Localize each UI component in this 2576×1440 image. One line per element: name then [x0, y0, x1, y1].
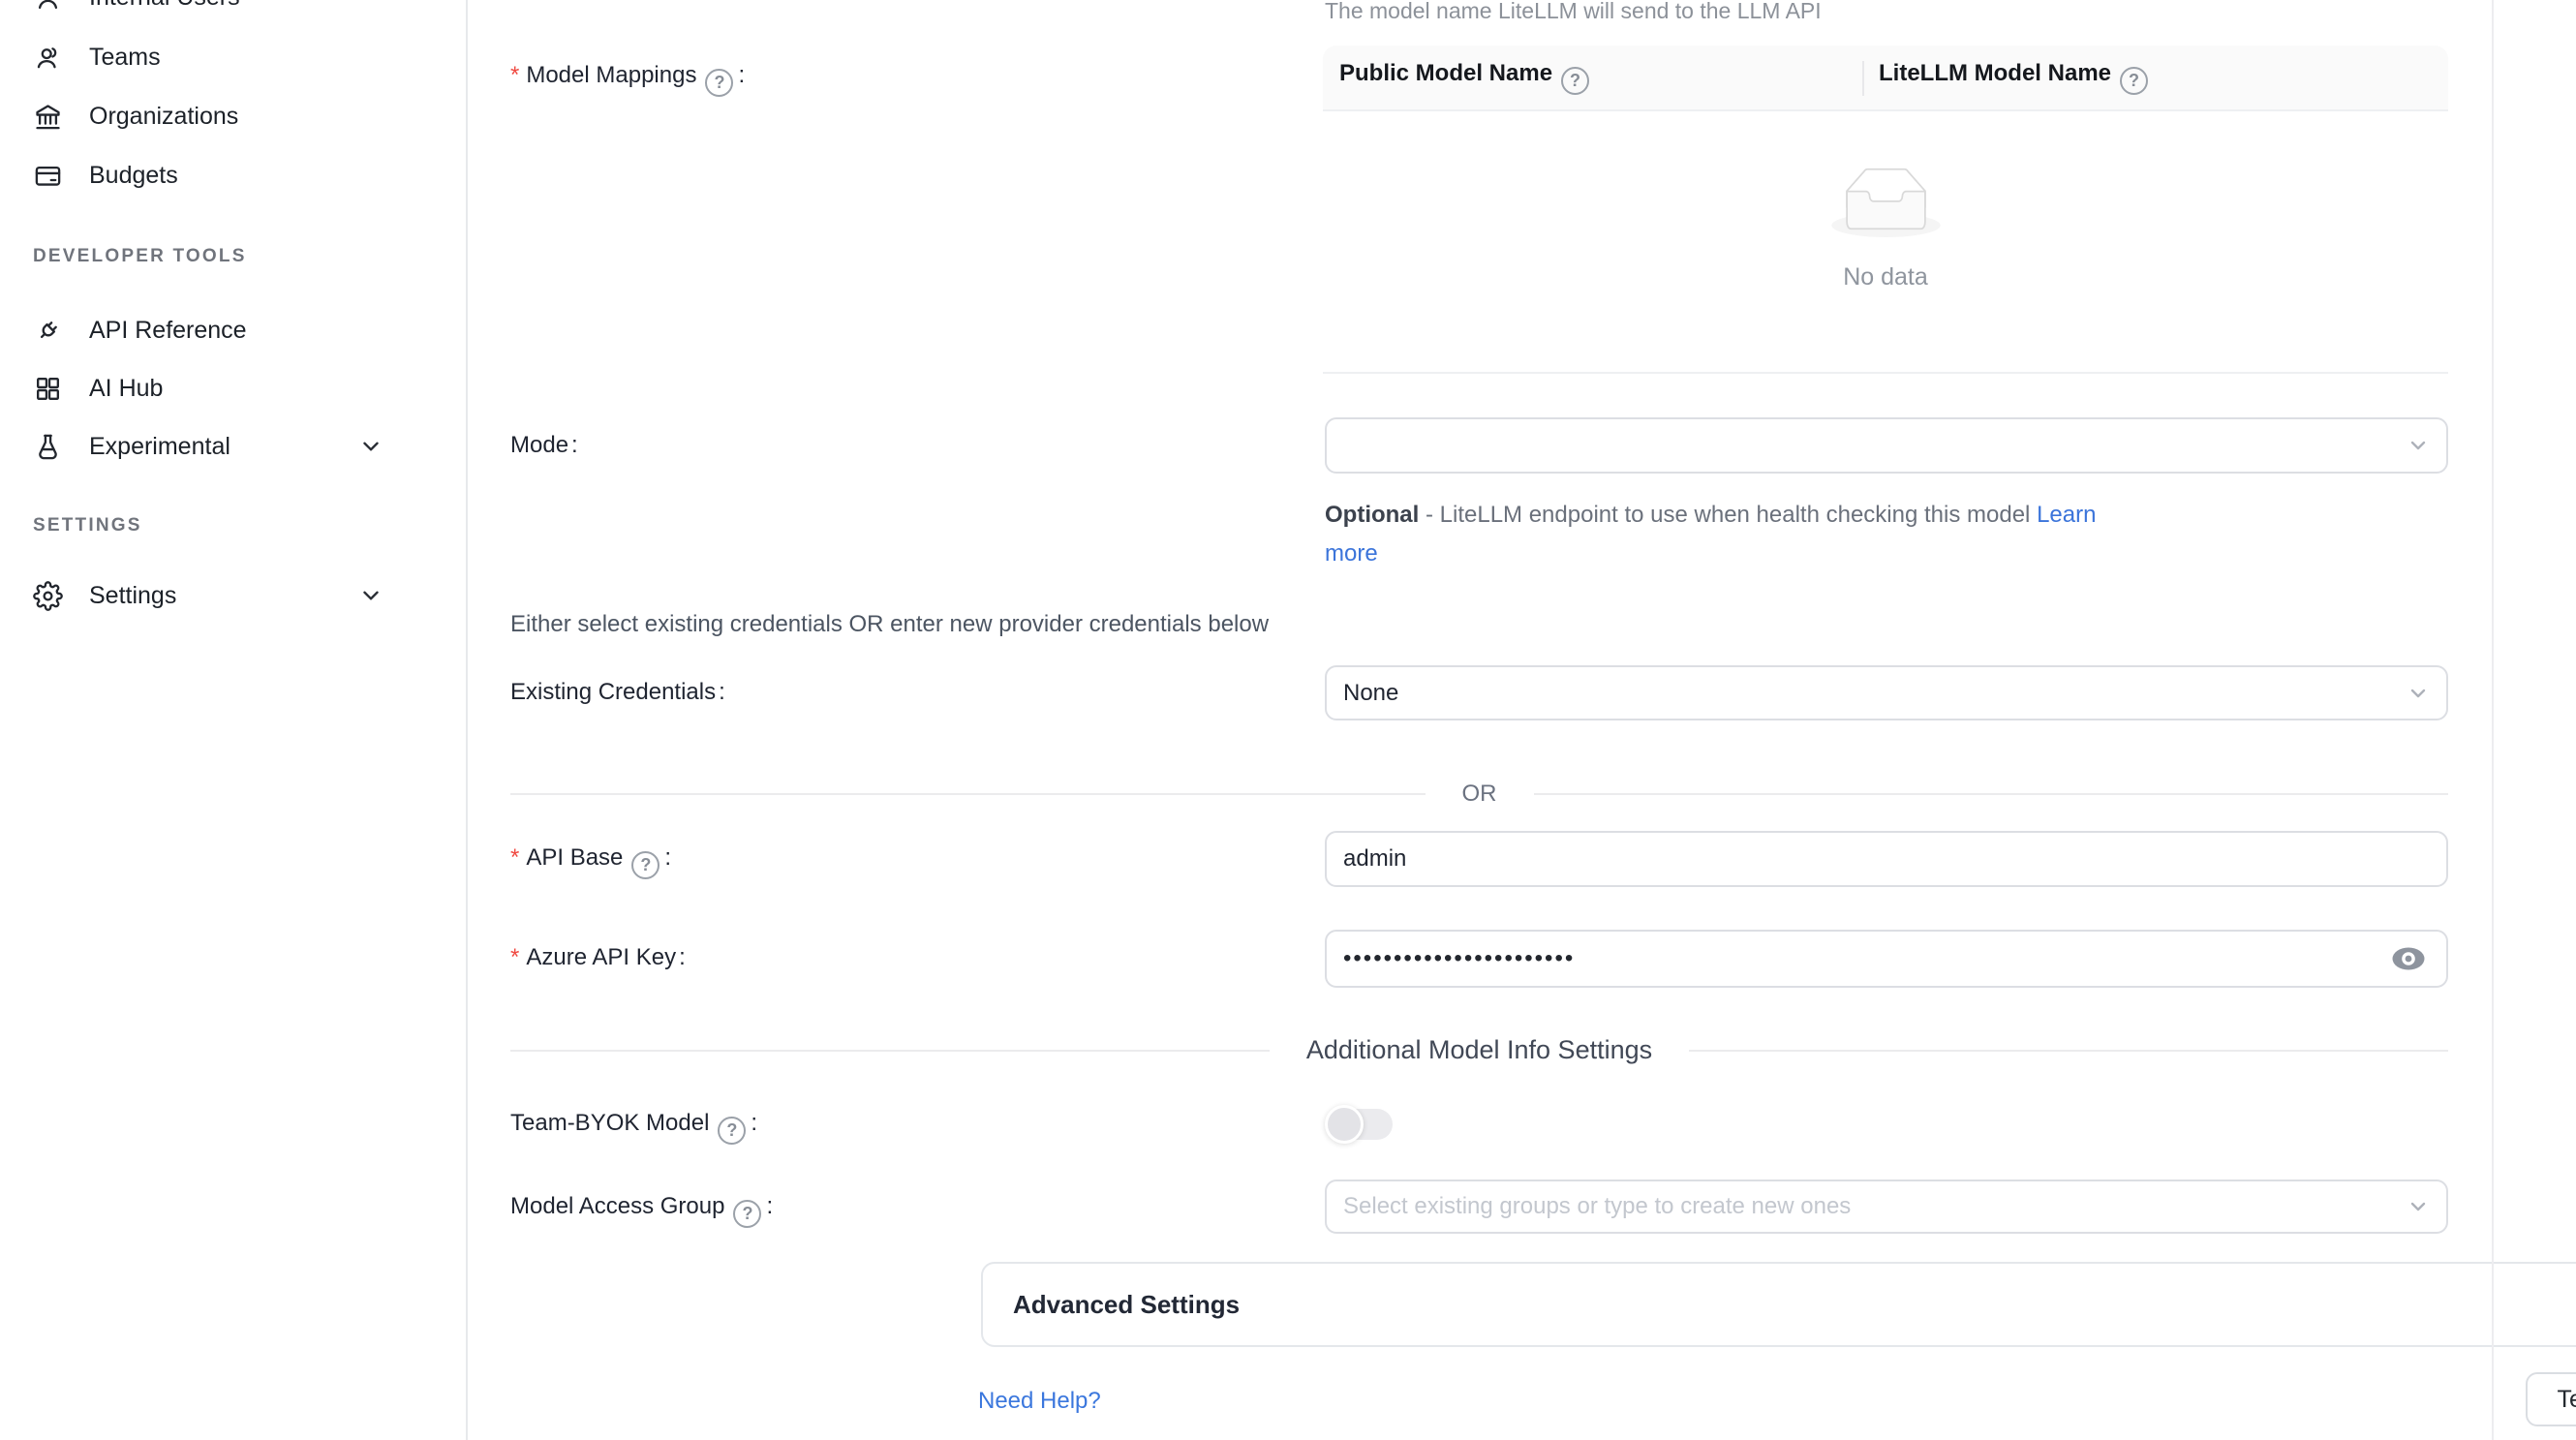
existing-credentials-select[interactable]: None — [1325, 665, 2448, 720]
api-base-label: *API Base: — [510, 841, 671, 879]
column-public-model-name: Public Model Name — [1323, 60, 1862, 95]
sidebar-item-teams[interactable]: Teams — [33, 35, 430, 79]
flask-icon — [33, 432, 63, 462]
model-mappings-table: Public Model Name LiteLLM Model Name — [1323, 46, 2448, 374]
masked-password: ••••••••••••••••••••••• — [1327, 945, 1575, 972]
sidebar-section-settings: SETTINGS — [33, 511, 142, 540]
gear-icon — [33, 581, 63, 611]
api-base-field-wrap — [1325, 831, 2448, 887]
sidebar: Internal Users Teams Organizations Budge… — [0, 0, 468, 1440]
required-mark: * — [510, 844, 519, 871]
need-help-link[interactable]: Need Help? — [978, 1388, 1101, 1415]
team-byok-label: Team-BYOK Model: — [510, 1106, 757, 1145]
sidebar-item-api-reference[interactable]: API Reference — [33, 308, 430, 352]
advanced-settings-title: Advanced Settings — [1013, 1290, 1240, 1320]
users-icon — [33, 43, 63, 73]
advanced-settings-panel[interactable]: Advanced Settings — [981, 1262, 2576, 1347]
sidebar-section-developer-tools: DEVELOPER TOOLS — [33, 242, 247, 271]
sidebar-item-label: Settings — [89, 582, 176, 610]
model-access-group-label: Model Access Group: — [510, 1189, 773, 1228]
empty-box-icon — [1831, 168, 1941, 237]
azure-api-key-label: *Azure API Key: — [510, 940, 686, 975]
user-icon — [33, 0, 63, 13]
litellm-model-name-help: The model name LiteLLM will send to the … — [1325, 0, 1822, 24]
add-model-page: Internal Users Teams Organizations Budge… — [0, 0, 2576, 1440]
required-mark: * — [510, 944, 519, 970]
help-icon[interactable] — [2120, 67, 2148, 95]
credit-card-icon — [33, 161, 63, 191]
required-mark: * — [510, 62, 519, 88]
existing-credentials-label: Existing Credentials: — [510, 675, 725, 710]
sidebar-item-settings[interactable]: Settings — [33, 573, 430, 618]
add-model-form: The model name LiteLLM will send to the … — [468, 0, 2495, 1440]
help-icon[interactable] — [631, 851, 659, 879]
azure-api-key-input[interactable]: ••••••••••••••••••••••• — [1325, 930, 2448, 988]
column-litellm-model-name: LiteLLM Model Name — [1862, 60, 2448, 95]
team-byok-toggle[interactable] — [1325, 1105, 1393, 1144]
help-icon[interactable] — [705, 69, 733, 97]
or-divider: OR — [510, 781, 2448, 808]
chevron-down-icon — [2407, 1195, 2430, 1218]
bank-icon — [33, 102, 63, 132]
sidebar-item-label: API Reference — [89, 317, 247, 345]
additional-settings-divider: Additional Model Info Settings — [510, 1035, 2448, 1065]
model-access-group-select[interactable]: Select existing groups or type to create… — [1325, 1180, 2448, 1234]
sidebar-item-label: Budgets — [89, 162, 178, 190]
help-icon[interactable] — [718, 1117, 746, 1145]
sidebar-item-label: Organizations — [89, 103, 238, 131]
mode-label: Mode: — [510, 428, 578, 463]
sidebar-item-label: Experimental — [89, 433, 230, 461]
plug-icon — [33, 316, 63, 346]
help-icon[interactable] — [1561, 67, 1589, 95]
chevron-down-icon — [2407, 434, 2430, 457]
sidebar-item-budgets[interactable]: Budgets — [33, 153, 430, 198]
sidebar-item-label: Teams — [89, 44, 161, 72]
chevron-down-icon — [358, 583, 383, 608]
chevron-down-icon — [2407, 682, 2430, 705]
column-divider — [1862, 61, 1864, 96]
sidebar-item-organizations[interactable]: Organizations — [33, 94, 430, 138]
select-placeholder: Select existing groups or type to create… — [1327, 1193, 1851, 1220]
sidebar-item-experimental[interactable]: Experimental — [33, 424, 430, 469]
mode-select[interactable] — [1325, 417, 2448, 474]
model-mappings-label: *Model Mappings: — [510, 58, 745, 97]
sidebar-item-label: AI Hub — [89, 375, 163, 403]
sidebar-item-label: Internal Users — [89, 0, 240, 12]
sidebar-item-ai-hub[interactable]: AI Hub — [33, 366, 430, 411]
table-body-empty: No data — [1323, 111, 2448, 374]
sidebar-item-internal-users[interactable]: Internal Users — [33, 0, 430, 19]
eye-icon[interactable] — [2390, 945, 2427, 972]
content-right-border — [2492, 0, 2494, 1440]
chevron-down-icon — [358, 434, 383, 459]
no-data-text: No data — [1323, 263, 2448, 291]
toggle-knob — [1325, 1105, 1364, 1144]
table-header: Public Model Name LiteLLM Model Name — [1323, 46, 2448, 111]
help-icon[interactable] — [733, 1200, 761, 1228]
api-base-input[interactable] — [1327, 833, 2446, 885]
mode-help-text: Optional - LiteLLM endpoint to use when … — [1325, 496, 2129, 573]
test-connect-button[interactable]: Test Connect — [2526, 1372, 2576, 1426]
grid-icon — [33, 374, 63, 404]
credentials-note: Either select existing credentials OR en… — [510, 611, 1269, 638]
